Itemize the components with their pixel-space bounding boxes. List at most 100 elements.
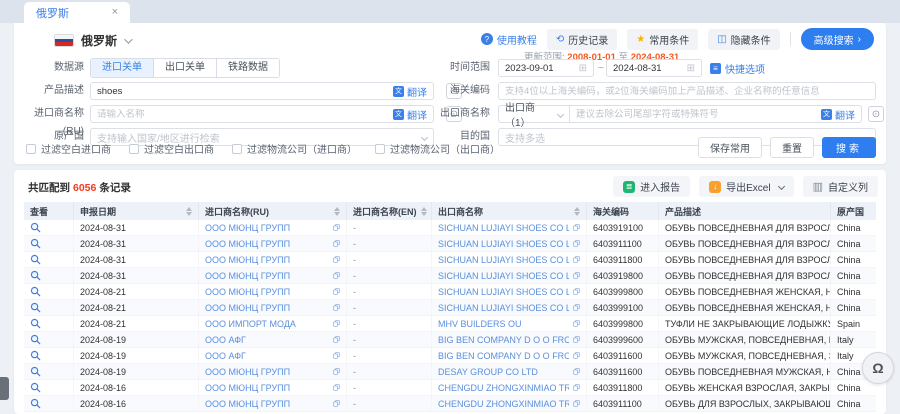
view-magnifier-icon[interactable] (30, 238, 41, 249)
view-magnifier-icon[interactable] (30, 398, 41, 409)
search-button[interactable]: 搜索 (822, 137, 876, 158)
exporter-link[interactable]: BIG BEN COMPANY D O O FROM BEST T (438, 335, 569, 345)
view-magnifier-icon[interactable] (30, 366, 41, 377)
copy-icon[interactable] (329, 318, 340, 329)
importer-input[interactable]: 文 翻译 (90, 105, 434, 123)
col-exporter[interactable]: 出口商名称 (432, 202, 587, 220)
start-date-input[interactable]: ⊞ (498, 59, 594, 77)
copy-icon[interactable] (569, 254, 580, 265)
exporter-link[interactable]: BIG BEN COMPANY D O O FROM BEST T (438, 351, 569, 361)
copy-icon[interactable] (329, 222, 340, 233)
exporter-link[interactable]: SICHUAN LUJIAYI SHOES CO LTD (438, 287, 569, 297)
exporter-link[interactable]: SICHUAN LUJIAYI SHOES CO LTD (438, 255, 569, 265)
copy-icon[interactable] (569, 302, 580, 313)
importer-ru-link[interactable]: ООО МЮНЦ ГРУПП (205, 223, 290, 233)
copy-icon[interactable] (329, 302, 340, 313)
col-importer-ru[interactable]: 进口商名称(RU) (199, 202, 347, 220)
view-magnifier-icon[interactable] (30, 302, 41, 313)
exporter-link[interactable]: CHENGDU ZHONGXINMIAO TRADING C (438, 383, 569, 393)
exporter-link[interactable]: MHV BUILDERS OU (438, 319, 522, 329)
copy-icon[interactable] (329, 366, 340, 377)
col-importer-en[interactable]: 进口商名称(EN) (347, 202, 432, 220)
match-option-icon[interactable]: ⊙ (868, 106, 884, 122)
enter-report-button[interactable]: ≣ 进入报告 (613, 176, 690, 197)
view-magnifier-icon[interactable] (30, 382, 41, 393)
exporter-link[interactable]: SICHUAN LUJIAYI SHOES CO LTD (438, 239, 569, 249)
copy-icon[interactable] (569, 382, 580, 393)
copy-icon[interactable] (329, 334, 340, 345)
exporter-input[interactable]: 文 翻译 (569, 105, 862, 123)
checkbox-filter-blank-exporter[interactable]: 过滤空白出口商 (129, 141, 214, 156)
copy-icon[interactable] (329, 350, 340, 361)
translate-button[interactable]: 文 翻译 (821, 107, 855, 122)
advanced-search-button[interactable]: 高级搜索 › (801, 28, 874, 50)
view-magnifier-icon[interactable] (30, 350, 41, 361)
view-magnifier-icon[interactable] (30, 318, 41, 329)
tab-close-icon[interactable]: × (112, 7, 118, 18)
importer-ru-link[interactable]: ООО МЮНЦ ГРУПП (205, 383, 290, 393)
view-magnifier-icon[interactable] (30, 286, 41, 297)
copy-icon[interactable] (329, 238, 340, 249)
copy-icon[interactable] (569, 334, 580, 345)
copy-icon[interactable] (329, 286, 340, 297)
copy-icon[interactable] (329, 254, 340, 265)
view-magnifier-icon[interactable] (30, 222, 41, 233)
copy-icon[interactable] (329, 398, 340, 409)
view-magnifier-icon[interactable] (30, 254, 41, 265)
hide-conditions-button[interactable]: ◫ 隐藏条件 (708, 29, 779, 50)
importer-ru-link[interactable]: ООО ИМПОРТ МОДА (205, 319, 296, 329)
copy-icon[interactable] (569, 270, 580, 281)
country-selector[interactable]: 俄罗斯 (54, 32, 130, 49)
history-button[interactable]: ⟲ 历史记录 (547, 29, 617, 50)
copy-icon[interactable] (329, 382, 340, 393)
copy-icon[interactable] (569, 398, 580, 409)
importer-ru-link[interactable]: ООО АФГ (205, 351, 246, 361)
save-conditions-button[interactable]: 保存常用 (698, 137, 762, 158)
checkbox-filter-blank-importer[interactable]: 过滤空白进口商 (26, 141, 111, 156)
exporter-link[interactable]: SICHUAN LUJIAYI SHOES CO LTD (438, 223, 569, 233)
exporter-link[interactable]: DESAY GROUP CO LTD (438, 367, 538, 377)
hs-code-input[interactable] (498, 82, 876, 100)
tab-russia[interactable]: 俄罗斯 × (24, 2, 130, 23)
copy-icon[interactable] (569, 366, 580, 377)
tab-import-declarations[interactable]: 进口关单 (91, 59, 153, 77)
copy-icon[interactable] (569, 286, 580, 297)
support-float-button[interactable]: Ω (862, 352, 894, 384)
importer-ru-link[interactable]: ООО МЮНЦ ГРУПП (205, 367, 290, 377)
importer-ru-link[interactable]: ООО МЮНЦ ГРУПП (205, 271, 290, 281)
exporter-link[interactable]: CHENGDU ZHONGXINMIAO TRADING C (438, 399, 569, 409)
copy-icon[interactable] (569, 238, 580, 249)
importer-ru-link[interactable]: ООО АФГ (205, 335, 246, 345)
col-date[interactable]: 申报日期 (74, 202, 199, 220)
favorite-conditions-button[interactable]: ★ 常用条件 (627, 29, 698, 50)
importer-ru-link[interactable]: ООО МЮНЦ ГРУПП (205, 303, 290, 313)
exporter-link[interactable]: SICHUAN LUJIAYI SHOES CO LTD (438, 271, 569, 281)
sort-icon[interactable] (182, 207, 192, 216)
copy-icon[interactable] (569, 350, 580, 361)
export-excel-button[interactable]: ↓ 导出Excel (699, 176, 793, 197)
end-date-input[interactable]: ⊞ (606, 59, 702, 77)
view-magnifier-icon[interactable] (30, 270, 41, 281)
quick-options-button[interactable]: ≡ 快捷选项 (710, 61, 765, 76)
tab-railway-data[interactable]: 铁路数据 (216, 59, 279, 77)
view-magnifier-icon[interactable] (30, 334, 41, 345)
reset-button[interactable]: 重置 (770, 137, 814, 158)
customize-columns-button[interactable]: ▥ 自定义列 (803, 176, 878, 197)
sort-icon[interactable] (570, 207, 580, 216)
copy-icon[interactable] (569, 222, 580, 233)
importer-ru-link[interactable]: ООО МЮНЦ ГРУПП (205, 255, 290, 265)
tutorial-button[interactable]: ? 使用教程 (481, 32, 537, 47)
exporter-type-select[interactable]: 出口商（1） (498, 105, 570, 123)
sort-icon[interactable] (417, 207, 427, 216)
left-edge-float-handle[interactable] (0, 377, 9, 400)
exporter-link[interactable]: SICHUAN LUJIAYI SHOES CO LTD (438, 303, 569, 313)
importer-ru-link[interactable]: ООО МЮНЦ ГРУПП (205, 287, 290, 297)
copy-icon[interactable] (569, 318, 580, 329)
importer-ru-link[interactable]: ООО МЮНЦ ГРУПП (205, 239, 290, 249)
tab-export-declarations[interactable]: 出口关单 (153, 59, 216, 77)
product-desc-input[interactable]: 文 翻译 (90, 82, 434, 100)
sort-icon[interactable] (330, 207, 340, 216)
checkbox-filter-logistics-importer[interactable]: 过滤物流公司（进口商） (232, 141, 357, 156)
checkbox-filter-logistics-exporter[interactable]: 过滤物流公司（出口商） (375, 141, 500, 156)
copy-icon[interactable] (329, 270, 340, 281)
